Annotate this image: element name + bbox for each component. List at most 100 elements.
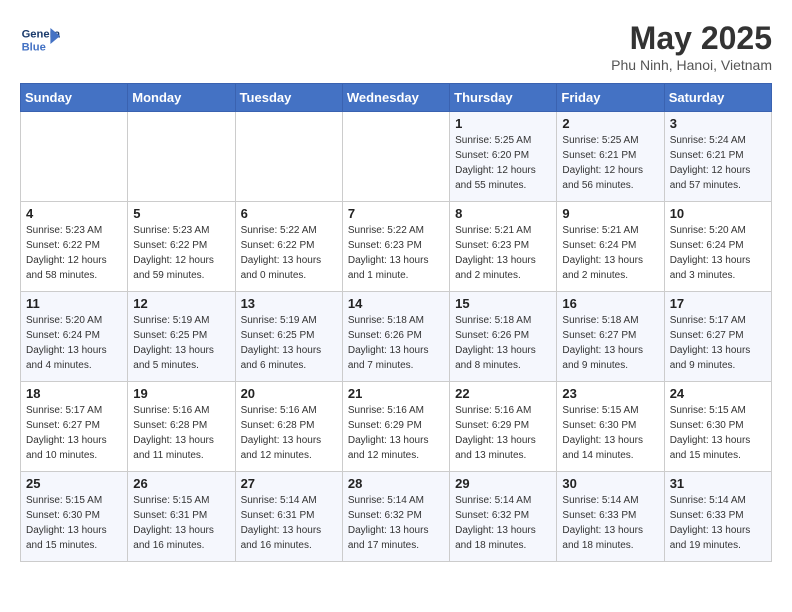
day-of-week-header: Saturday	[664, 84, 771, 112]
day-number: 23	[562, 386, 658, 401]
calendar-cell: 9 Sunrise: 5:21 AMSunset: 6:24 PMDaylight…	[557, 202, 664, 292]
day-info: Sunrise: 5:14 AMSunset: 6:31 PMDaylight:…	[241, 493, 337, 553]
day-number: 1	[455, 116, 551, 131]
day-number: 19	[133, 386, 229, 401]
day-info: Sunrise: 5:24 AMSunset: 6:21 PMDaylight:…	[670, 133, 766, 193]
day-info: Sunrise: 5:18 AMSunset: 6:26 PMDaylight:…	[348, 313, 444, 373]
day-info: Sunrise: 5:15 AMSunset: 6:30 PMDaylight:…	[670, 403, 766, 463]
day-info: Sunrise: 5:16 AMSunset: 6:28 PMDaylight:…	[133, 403, 229, 463]
day-number: 24	[670, 386, 766, 401]
day-number: 28	[348, 476, 444, 491]
calendar-cell: 1 Sunrise: 5:25 AMSunset: 6:20 PMDaylight…	[450, 112, 557, 202]
day-number: 25	[26, 476, 122, 491]
calendar-cell: 15Sunrise: 5:18 AMSunset: 6:26 PMDayligh…	[450, 292, 557, 382]
calendar-cell: 5 Sunrise: 5:23 AMSunset: 6:22 PMDaylight…	[128, 202, 235, 292]
day-number: 4	[26, 206, 122, 221]
day-info: Sunrise: 5:16 AMSunset: 6:28 PMDaylight:…	[241, 403, 337, 463]
calendar-cell: 19 Sunrise: 5:16 AMSunset: 6:28 PMDayligh…	[128, 382, 235, 472]
calendar-cell: 20 Sunrise: 5:16 AMSunset: 6:28 PMDayligh…	[235, 382, 342, 472]
day-of-week-header: Wednesday	[342, 84, 449, 112]
day-of-week-header: Friday	[557, 84, 664, 112]
day-info: Sunrise: 5:19 AMSunset: 6:25 PMDaylight:…	[133, 313, 229, 373]
day-number: 15	[455, 296, 551, 311]
day-info: Sunrise: 5:16 AMSunset: 6:29 PMDaylight:…	[455, 403, 551, 463]
day-number: 11	[26, 296, 122, 311]
day-info: Sunrise: 5:25 AMSunset: 6:21 PMDaylight:…	[562, 133, 658, 193]
day-number: 3	[670, 116, 766, 131]
calendar-week-row: 1 Sunrise: 5:25 AMSunset: 6:20 PMDaylight…	[21, 112, 772, 202]
day-info: Sunrise: 5:17 AMSunset: 6:27 PMDaylight:…	[670, 313, 766, 373]
day-number: 29	[455, 476, 551, 491]
calendar-cell: 30Sunrise: 5:14 AMSunset: 6:33 PMDayligh…	[557, 472, 664, 562]
day-number: 26	[133, 476, 229, 491]
day-number: 18	[26, 386, 122, 401]
day-number: 8	[455, 206, 551, 221]
day-info: Sunrise: 5:14 AMSunset: 6:32 PMDaylight:…	[348, 493, 444, 553]
day-number: 13	[241, 296, 337, 311]
calendar-cell: 27 Sunrise: 5:14 AMSunset: 6:31 PMDayligh…	[235, 472, 342, 562]
day-number: 21	[348, 386, 444, 401]
day-info: Sunrise: 5:21 AMSunset: 6:24 PMDaylight:…	[562, 223, 658, 283]
calendar-table: SundayMondayTuesdayWednesdayThursdayFrid…	[20, 83, 772, 562]
calendar-week-row: 11 Sunrise: 5:20 AMSunset: 6:24 PMDayligh…	[21, 292, 772, 382]
day-number: 31	[670, 476, 766, 491]
calendar-cell: 26 Sunrise: 5:15 AMSunset: 6:31 PMDayligh…	[128, 472, 235, 562]
day-number: 30	[562, 476, 658, 491]
day-number: 7	[348, 206, 444, 221]
day-of-week-header: Tuesday	[235, 84, 342, 112]
calendar-cell: 14 Sunrise: 5:18 AMSunset: 6:26 PMDayligh…	[342, 292, 449, 382]
calendar-cell: 11 Sunrise: 5:20 AMSunset: 6:24 PMDayligh…	[21, 292, 128, 382]
day-number: 17	[670, 296, 766, 311]
calendar-cell: 8Sunrise: 5:21 AMSunset: 6:23 PMDaylight…	[450, 202, 557, 292]
day-number: 20	[241, 386, 337, 401]
calendar-week-row: 25 Sunrise: 5:15 AMSunset: 6:30 PMDayligh…	[21, 472, 772, 562]
day-info: Sunrise: 5:25 AMSunset: 6:20 PMDaylight:…	[455, 133, 551, 193]
calendar-cell: 4 Sunrise: 5:23 AMSunset: 6:22 PMDaylight…	[21, 202, 128, 292]
day-info: Sunrise: 5:23 AMSunset: 6:22 PMDaylight:…	[26, 223, 122, 283]
day-info: Sunrise: 5:22 AMSunset: 6:22 PMDaylight:…	[241, 223, 337, 283]
calendar-cell: 13 Sunrise: 5:19 AMSunset: 6:25 PMDayligh…	[235, 292, 342, 382]
calendar-week-row: 4 Sunrise: 5:23 AMSunset: 6:22 PMDaylight…	[21, 202, 772, 292]
calendar-cell: 21 Sunrise: 5:16 AMSunset: 6:29 PMDayligh…	[342, 382, 449, 472]
day-number: 10	[670, 206, 766, 221]
day-info: Sunrise: 5:14 AMSunset: 6:33 PMDaylight:…	[670, 493, 766, 553]
day-info: Sunrise: 5:19 AMSunset: 6:25 PMDaylight:…	[241, 313, 337, 373]
calendar-cell: 6Sunrise: 5:22 AMSunset: 6:22 PMDaylight…	[235, 202, 342, 292]
day-info: Sunrise: 5:17 AMSunset: 6:27 PMDaylight:…	[26, 403, 122, 463]
day-info: Sunrise: 5:23 AMSunset: 6:22 PMDaylight:…	[133, 223, 229, 283]
day-number: 2	[562, 116, 658, 131]
day-info: Sunrise: 5:16 AMSunset: 6:29 PMDaylight:…	[348, 403, 444, 463]
day-of-week-header: Sunday	[21, 84, 128, 112]
day-info: Sunrise: 5:15 AMSunset: 6:30 PMDaylight:…	[26, 493, 122, 553]
day-number: 22	[455, 386, 551, 401]
calendar-cell: 17 Sunrise: 5:17 AMSunset: 6:27 PMDayligh…	[664, 292, 771, 382]
day-info: Sunrise: 5:22 AMSunset: 6:23 PMDaylight:…	[348, 223, 444, 283]
calendar-cell: 22 Sunrise: 5:16 AMSunset: 6:29 PMDayligh…	[450, 382, 557, 472]
calendar-cell	[21, 112, 128, 202]
day-info: Sunrise: 5:20 AMSunset: 6:24 PMDaylight:…	[670, 223, 766, 283]
location: Phu Ninh, Hanoi, Vietnam	[611, 57, 772, 73]
day-info: Sunrise: 5:18 AMSunset: 6:27 PMDaylight:…	[562, 313, 658, 373]
calendar-cell: 2 Sunrise: 5:25 AMSunset: 6:21 PMDaylight…	[557, 112, 664, 202]
calendar-cell: 10 Sunrise: 5:20 AMSunset: 6:24 PMDayligh…	[664, 202, 771, 292]
day-number: 14	[348, 296, 444, 311]
day-number: 27	[241, 476, 337, 491]
day-number: 9	[562, 206, 658, 221]
day-number: 12	[133, 296, 229, 311]
day-info: Sunrise: 5:20 AMSunset: 6:24 PMDaylight:…	[26, 313, 122, 373]
calendar-cell: 28 Sunrise: 5:14 AMSunset: 6:32 PMDayligh…	[342, 472, 449, 562]
calendar-cell	[235, 112, 342, 202]
calendar-week-row: 18 Sunrise: 5:17 AMSunset: 6:27 PMDayligh…	[21, 382, 772, 472]
calendar-cell: 25 Sunrise: 5:15 AMSunset: 6:30 PMDayligh…	[21, 472, 128, 562]
day-info: Sunrise: 5:15 AMSunset: 6:30 PMDaylight:…	[562, 403, 658, 463]
page-header: General Blue May 2025 Phu Ninh, Hanoi, V…	[20, 20, 772, 73]
calendar-cell: 31 Sunrise: 5:14 AMSunset: 6:33 PMDayligh…	[664, 472, 771, 562]
calendar-cell: 18 Sunrise: 5:17 AMSunset: 6:27 PMDayligh…	[21, 382, 128, 472]
day-info: Sunrise: 5:15 AMSunset: 6:31 PMDaylight:…	[133, 493, 229, 553]
calendar-cell: 12 Sunrise: 5:19 AMSunset: 6:25 PMDayligh…	[128, 292, 235, 382]
day-number: 5	[133, 206, 229, 221]
calendar-cell	[128, 112, 235, 202]
calendar-cell: 16Sunrise: 5:18 AMSunset: 6:27 PMDayligh…	[557, 292, 664, 382]
month-title: May 2025	[611, 20, 772, 57]
calendar-header-row: SundayMondayTuesdayWednesdayThursdayFrid…	[21, 84, 772, 112]
